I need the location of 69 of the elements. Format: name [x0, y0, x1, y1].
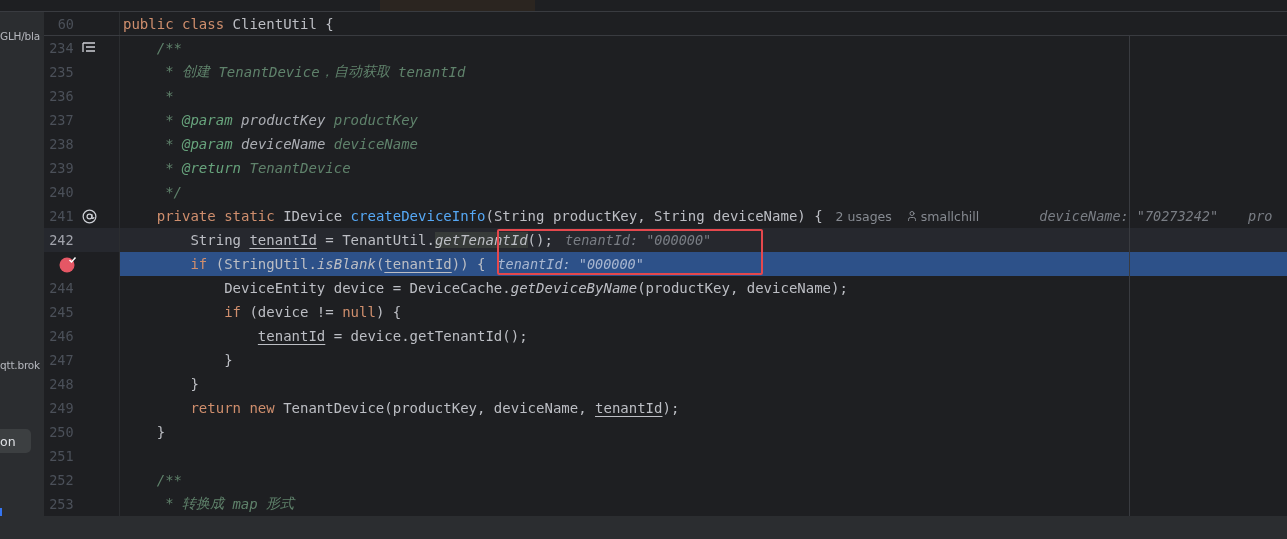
code-token: )) {	[451, 256, 486, 272]
code-token: if	[189, 256, 209, 272]
code-token: tenantId	[398, 64, 466, 80]
inline-debug-value: tenantId: "000000"	[497, 256, 644, 272]
code-token: deviceName	[332, 136, 419, 152]
code-token: tenantId	[595, 400, 663, 416]
code-token: 形式	[265, 495, 295, 513]
breakpoint-icon[interactable]	[59, 255, 77, 273]
code-token: /**	[155, 472, 182, 488]
hierarchy-icon[interactable]	[81, 42, 96, 54]
code-token: private static	[155, 208, 276, 224]
code-token: getDeviceByName	[510, 280, 638, 296]
code-token: *	[164, 88, 174, 104]
code-token: ClientUtil {	[232, 15, 334, 32]
code-token: productKey	[332, 112, 419, 128]
panel-button[interactable]: on	[0, 429, 31, 453]
code-token: */	[164, 184, 182, 200]
code-token: );	[662, 400, 680, 416]
code-token: productKey	[240, 112, 326, 128]
code-token: (String productKey, String deviceName) {	[485, 208, 823, 224]
code-token: (	[375, 256, 385, 272]
code-token: if	[223, 304, 242, 320]
code-token: tenantId	[384, 256, 452, 272]
code-token: createDeviceInfo	[350, 208, 486, 224]
code-token: * 创建	[164, 63, 212, 81]
code-token: ();	[527, 232, 553, 248]
person-icon	[905, 210, 918, 222]
code-token: }	[189, 376, 199, 392]
code-token: @param	[182, 112, 233, 128]
inline-debug-value: pro	[1248, 208, 1273, 224]
code-token: String	[189, 232, 242, 248]
code-token: * 转换成	[164, 495, 227, 513]
inline-debug-value: deviceName: "70273242"	[1039, 208, 1219, 224]
author-hint[interactable]: smallchill	[905, 208, 980, 224]
code-token: TenantDevice(productKey, deviceName,	[283, 400, 588, 416]
code-token: @return	[182, 160, 242, 176]
code-token: }	[155, 424, 166, 440]
code-token: *	[164, 112, 175, 128]
code-token: isBlank	[316, 256, 376, 272]
code-token: @param	[182, 136, 233, 152]
code-token: TenantDevice	[248, 160, 351, 176]
at-sign-icon[interactable]	[81, 208, 97, 224]
code-token: (StringUtil.	[215, 256, 317, 272]
code-token: deviceName	[240, 136, 326, 152]
code-token: map	[232, 496, 258, 512]
code-token: = TenantUtil.	[324, 232, 435, 248]
usages-hint[interactable]: 2 usages	[835, 208, 892, 224]
inline-debug-value: tenantId: "000000"	[564, 232, 712, 248]
code-token: /**	[155, 40, 182, 56]
tree-item[interactable]: qtt.brok	[0, 357, 40, 373]
code-token: (productKey, deviceName);	[637, 280, 848, 296]
author-name: smallchill	[920, 208, 980, 224]
code-token: = device.getTenantId();	[332, 328, 528, 344]
code-token: *	[164, 136, 175, 152]
line-number: 242	[48, 232, 74, 248]
code-token: return new	[189, 400, 276, 416]
code-token: null	[342, 304, 376, 320]
code-token: IDevice	[283, 208, 344, 224]
code-token: ，自动获取	[319, 63, 391, 81]
code-token: *	[164, 160, 175, 176]
code-token: tenantId	[257, 328, 326, 344]
code-token: DeviceEntity device = DeviceCache.	[223, 280, 511, 296]
code-token: }	[223, 352, 233, 368]
code-token: (device !=	[249, 304, 335, 320]
tree-item[interactable]: GLH/bla	[0, 28, 41, 44]
code-token: tenantId	[249, 232, 317, 248]
code-token: ) {	[375, 304, 402, 320]
code-token: TenantDevice	[218, 64, 320, 80]
code-token: public class	[123, 15, 226, 32]
